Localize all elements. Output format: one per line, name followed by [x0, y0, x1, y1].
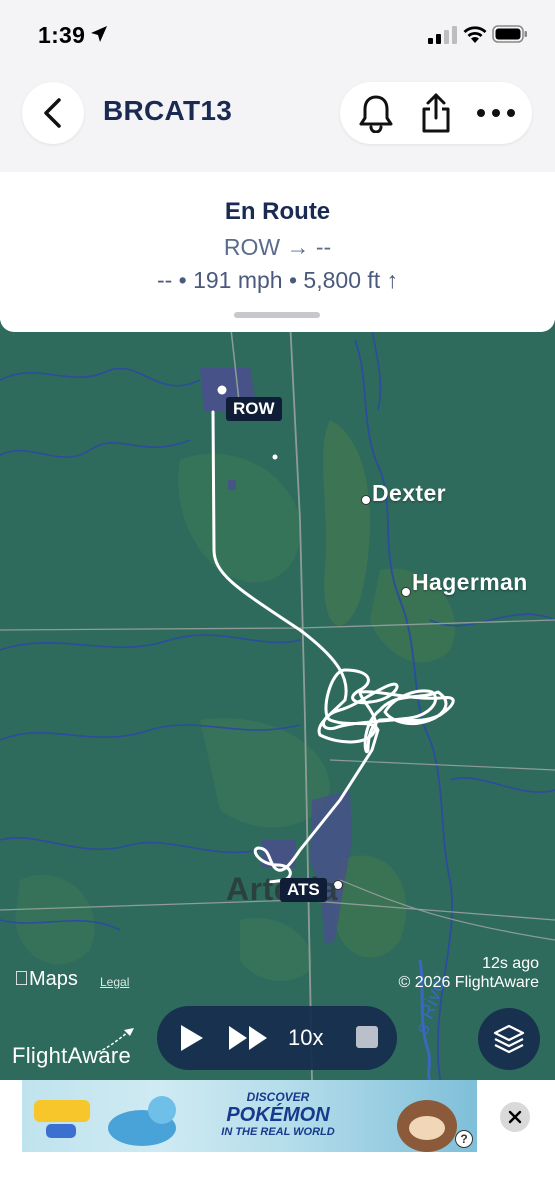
- fast-forward-icon[interactable]: [227, 1023, 271, 1053]
- ad-info-badge[interactable]: ?: [455, 1130, 473, 1148]
- status-bar: 1:39: [0, 0, 555, 70]
- mascot-illustration-icon: [108, 1096, 176, 1146]
- playback-speed-button[interactable]: 10x: [288, 1025, 323, 1051]
- maps-provider: Maps: [14, 968, 78, 990]
- status-time: 1:39: [38, 22, 86, 48]
- nav-header: BRCAT13: [0, 70, 555, 172]
- copyright-text: © 2026 FlightAware: [398, 974, 539, 991]
- map-canvas: [0, 320, 555, 1080]
- back-icon: [44, 98, 61, 128]
- flight-route: ROW → --: [223, 234, 332, 260]
- flight-stats: -- • 191 mph • 5,800 ft ↑: [156, 267, 399, 293]
- ad-line-3: IN THE REAL WORLD: [221, 1126, 335, 1138]
- close-icon: [508, 1110, 522, 1124]
- playback-controls: 10x: [157, 1006, 397, 1070]
- flight-status: En Route: [224, 198, 331, 225]
- city-label-hagerman: Hagerman: [412, 569, 528, 595]
- more-button[interactable]: [466, 82, 526, 144]
- flight-id-title: BRCAT13: [103, 95, 233, 126]
- header-actions: [340, 82, 532, 144]
- play-icon[interactable]: [173, 1020, 209, 1056]
- ad-headline: DISCOVER POKÉMON IN THE REAL WORLD: [208, 1090, 348, 1138]
- ad-banner[interactable]: DISCOVER POKÉMON IN THE REAL WORLD ?: [22, 1080, 477, 1152]
- share-button[interactable]: [406, 82, 466, 144]
- more-icon: [477, 109, 515, 117]
- cellular-signal-icon: [428, 26, 457, 44]
- share-icon: [422, 93, 450, 133]
- wifi-icon: [463, 26, 487, 43]
- battery-icon: [492, 25, 527, 43]
- layers-icon: [493, 1024, 525, 1054]
- location-arrow-icon: [91, 26, 107, 42]
- ad-area: DISCOVER POKÉMON IN THE REAL WORLD ?: [0, 1080, 555, 1200]
- back-button[interactable]: [22, 82, 84, 144]
- map-layers-button[interactable]: [478, 1008, 540, 1070]
- maps-legal-link[interactable]: Legal: [100, 975, 129, 989]
- sheet-grabber[interactable]: [234, 312, 320, 318]
- bell-icon: [359, 95, 393, 133]
- mascot-creature-icon: [397, 1100, 457, 1152]
- airport-tag-destination[interactable]: ATS: [280, 878, 327, 902]
- flight-map[interactable]: Dexter Hagerman Artesia ROW ATS s River …: [0, 320, 555, 1080]
- flightaware-watermark: FlightAware: [12, 1043, 132, 1068]
- airport-tag-origin[interactable]: ROW: [226, 397, 282, 421]
- updated-ago: 12s ago: [482, 955, 539, 972]
- ad-line-1: DISCOVER: [246, 1090, 310, 1104]
- apple-logo-icon: : [14, 968, 29, 990]
- ad-close-button[interactable]: [500, 1102, 530, 1132]
- ad-line-2: POKÉMON: [226, 1104, 330, 1126]
- pokemon-go-logo-icon: [34, 1100, 90, 1138]
- apple-maps-brand: Maps: [14, 968, 78, 991]
- alerts-button[interactable]: [346, 82, 406, 144]
- flight-info-panel[interactable]: En Route ROW → -- -- • 191 mph • 5,800 f…: [0, 172, 555, 332]
- stop-icon[interactable]: [356, 1026, 378, 1048]
- city-label-dexter: Dexter: [372, 480, 446, 506]
